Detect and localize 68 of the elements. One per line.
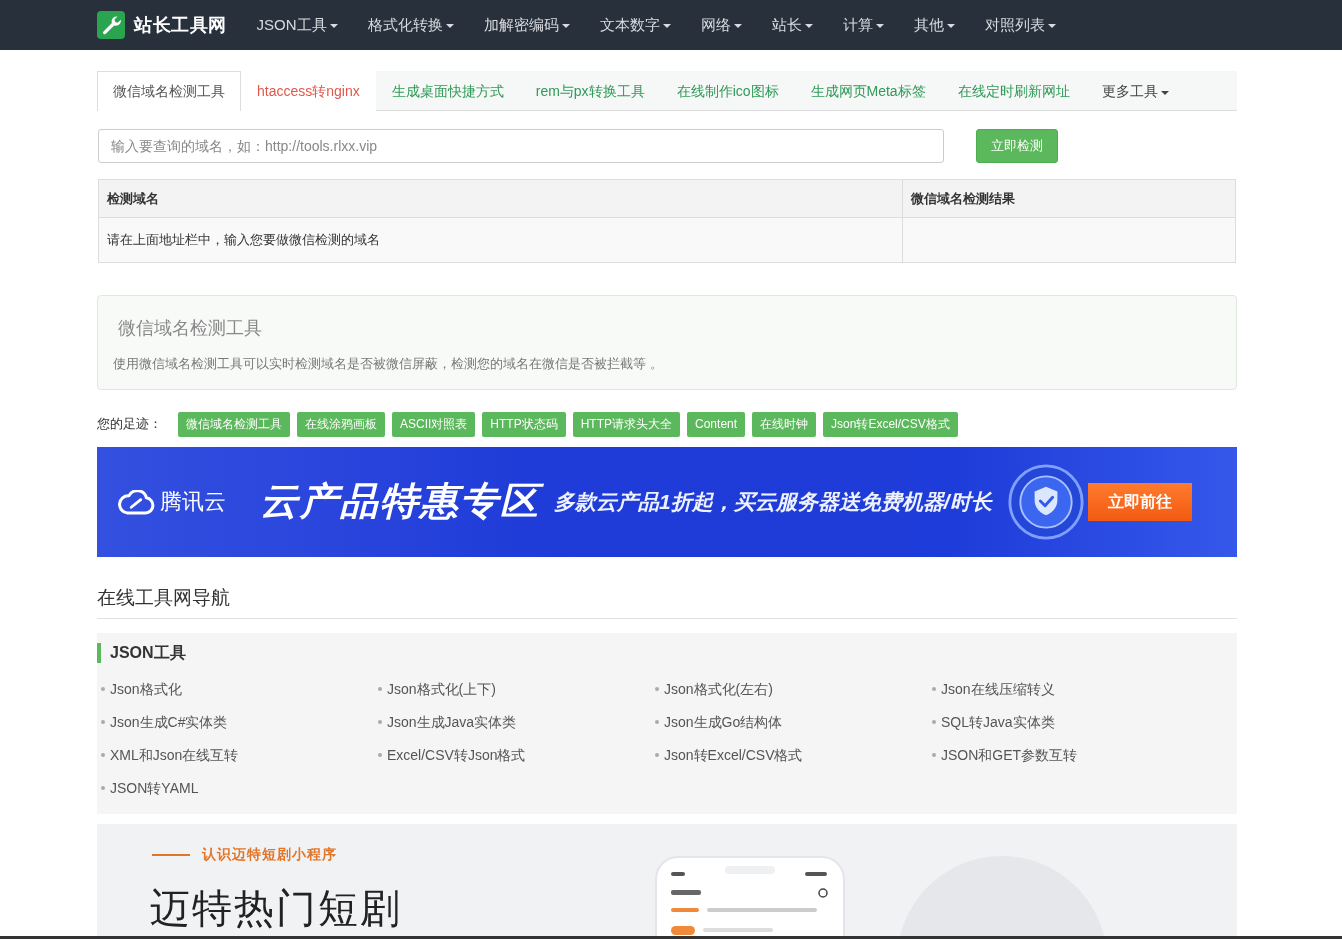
bullet-icon (101, 753, 105, 757)
promo-banner[interactable]: 腾讯云 云产品特惠专区 多款云产品1折起，买云服务器送免费机器/时长 立即前往 (97, 447, 1237, 557)
bullet-icon (655, 687, 659, 691)
tool-link[interactable]: Json转Excel/CSV格式 (655, 745, 932, 765)
caret-icon (875, 24, 884, 28)
tool-link[interactable]: JSON和GET参数互转 (932, 745, 1209, 765)
nav-menu-item[interactable]: JSON工具 (241, 15, 353, 35)
caret-icon (662, 24, 671, 28)
bullet-icon (101, 786, 105, 790)
bullet-icon (932, 687, 936, 691)
tool-link[interactable]: Excel/CSV转Json格式 (378, 745, 655, 765)
table-header: 微信域名检测结果 (902, 179, 1236, 218)
tool-tab[interactable]: 更多工具 (1085, 71, 1185, 111)
bullet-icon (101, 687, 105, 691)
nav-menu-item[interactable]: 文本数字 (584, 15, 686, 35)
promo-headline: 迈特热门短剧 (150, 885, 402, 932)
caret-icon (733, 24, 742, 28)
info-description: 使用微信域名检测工具可以实时检测域名是否被微信屏蔽，检测您的域名在微信是否被拦截等 。 (113, 355, 664, 373)
bullet-icon (932, 753, 936, 757)
table-header: 检测域名 (98, 179, 903, 218)
bullet-icon (378, 720, 382, 724)
tool-link[interactable]: XML和Json在线互转 (101, 745, 378, 765)
bullet-icon (932, 720, 936, 724)
banner-tagline: 多款云产品1折起，买云服务器送免费机器/时长 (554, 489, 994, 516)
nav-menu-item[interactable]: 对照列表 (969, 15, 1071, 35)
promo-kicker: 认识迈特短剧小程序 (202, 846, 337, 864)
banner-headline: 云产品特惠专区 (256, 477, 548, 527)
nav-menu-item[interactable]: 计算 (827, 15, 899, 35)
caret-icon (946, 24, 955, 28)
bullet-icon (101, 720, 105, 724)
tool-tab[interactable]: 微信域名检测工具 (97, 71, 241, 111)
category-heading: JSON工具 (97, 643, 1237, 663)
tool-link[interactable]: JSON转YAML (101, 778, 378, 798)
nav-menu-item[interactable]: 其他 (898, 15, 970, 35)
info-title: 微信域名检测工具 (117, 317, 263, 340)
tool-link[interactable]: Json格式化 (101, 679, 378, 699)
bullet-icon (655, 753, 659, 757)
banner-brand: 腾讯云 (160, 488, 226, 516)
nav-menu-item[interactable]: 网络 (685, 15, 757, 35)
caret-icon (1160, 90, 1169, 95)
cloud-icon (117, 489, 155, 515)
tool-link[interactable]: Json生成Java实体类 (378, 712, 655, 732)
site-logo-link[interactable]: 站长工具网 (97, 11, 227, 39)
bullet-icon (655, 720, 659, 724)
caret-icon (445, 24, 454, 28)
caret-icon (1047, 24, 1056, 28)
tool-link[interactable]: Json格式化(上下) (378, 679, 655, 699)
history-label: 您的足迹： (97, 415, 162, 433)
caret-icon (561, 24, 570, 28)
tool-tab[interactable]: htaccess转nginx (241, 71, 376, 111)
tool-link[interactable]: Json在线压缩转义 (932, 679, 1209, 699)
tool-link[interactable]: Json格式化(左右) (655, 679, 932, 699)
promo-card[interactable]: 认识迈特短剧小程序 迈特热门短剧 (97, 824, 1237, 936)
caret-icon (804, 24, 813, 28)
bullet-icon (378, 753, 382, 757)
nav-menu-item[interactable]: 加解密编码 (468, 15, 585, 35)
shield-disc-icon (1007, 464, 1084, 540)
wrench-icon (97, 11, 125, 39)
caret-icon (329, 24, 338, 28)
bullet-icon (378, 687, 382, 691)
domain-input-field[interactable]: 输入要查询的域名，如：http://tools.rlxx.vip (98, 129, 944, 163)
section-title: 在线工具网导航 (97, 586, 231, 610)
nav-menu-item[interactable]: 格式化转换 (352, 15, 469, 35)
tool-link[interactable]: SQL转Java实体类 (932, 712, 1209, 732)
table-cell: 请在上面地址栏中，输入您要做微信检测的域名 (98, 217, 903, 263)
tool-link[interactable]: Json生成C#实体类 (101, 712, 378, 732)
nav-menu-item[interactable]: 站长 (756, 15, 828, 35)
tool-link[interactable]: Json生成Go结构体 (655, 712, 932, 732)
